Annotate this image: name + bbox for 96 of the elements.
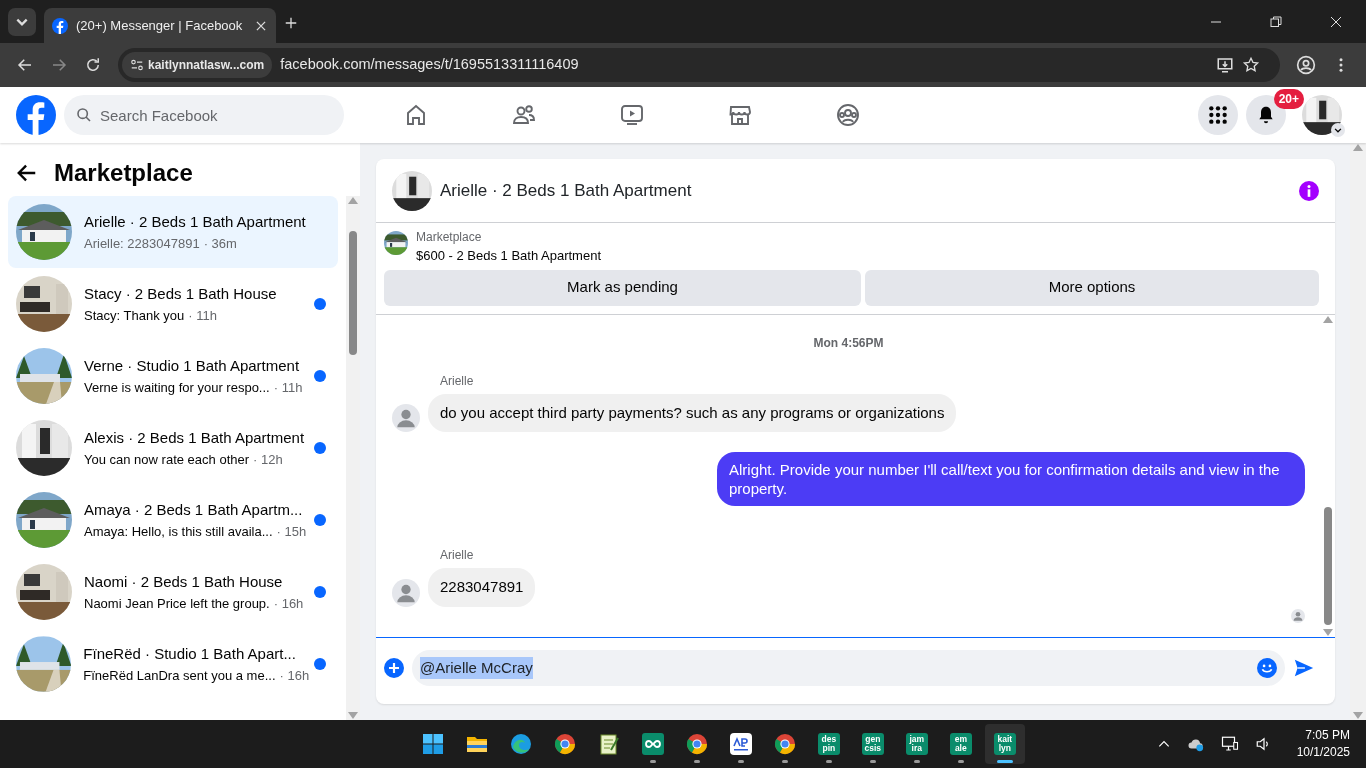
search-icon [76, 107, 92, 123]
chat-title: Arielle · 2 Beds 1 Bath Apartment [440, 179, 693, 202]
taskbar-app[interactable]: kait lyn [984, 724, 1025, 764]
message-time: · 11h [273, 378, 303, 397]
mark-as-pending-button[interactable]: Mark as pending [384, 269, 861, 306]
restore-icon[interactable] [1270, 15, 1282, 28]
scrollbar[interactable] [1321, 314, 1335, 637]
infinity-icon [640, 732, 665, 756]
avatar-icon [392, 578, 420, 607]
edge-icon [508, 732, 533, 756]
message-preview: Naomi Jean Price left the group. [84, 594, 270, 613]
message-time: · 15h [276, 522, 307, 541]
incoming-message: 2283047891 [428, 568, 536, 607]
conversation-title: Arielle · 2 Beds 1 Bath Apartment [84, 212, 307, 232]
conversation-title: Stacy · 2 Beds 1 Bath House [84, 284, 278, 304]
reload-icon[interactable] [84, 56, 102, 74]
star-icon[interactable] [1242, 56, 1260, 74]
conversation-item[interactable]: Naomi · 2 Beds 1 Bath House Naomi Jean Price left the group. · 16h [8, 556, 339, 628]
profile-icon[interactable] [1296, 55, 1316, 75]
conversation-item[interactable]: Amaya · 2 Beds 1 Bath Apartm... Amaya: Hello, is this still availa... · 15h [8, 484, 339, 556]
conversation-item[interactable]: FïneRëd · Studio 1 Bath Apart... FïneRëd LanDra sent you a me... · 16h [8, 628, 339, 700]
browser-tab[interactable]: (20+) Messenger | Facebook [44, 8, 276, 43]
scrollbar-thumb[interactable] [1324, 506, 1332, 625]
friends-icon[interactable] [512, 103, 536, 127]
outgoing-message: Alright. Provide your number I'll call/text you for confirmation details and view in the property. [717, 452, 1305, 506]
chrome-icon [684, 732, 709, 756]
more-options-button[interactable]: More options [865, 269, 1319, 306]
avatar-icon [392, 404, 420, 432]
read-receipt-icon [1291, 608, 1305, 623]
taskbar-app[interactable]: gen csis [852, 724, 893, 764]
address-bar[interactable]: kaitlynnatlasw...com facebook.com/messages/t/1695513311116409 [118, 48, 1280, 82]
message-preview: You can now rate each other [84, 450, 250, 469]
proxy-logo-icon [728, 732, 753, 756]
message-preview: FïneRëd LanDra sent you a me... [83, 666, 276, 685]
message-field[interactable]: @Arielle McCray [412, 650, 1285, 686]
windows-icon [420, 732, 445, 756]
chevron-down-icon[interactable] [1331, 123, 1345, 137]
conversation-item[interactable]: Arielle · 2 Beds 1 Bath Apartment Arielle: 2283047891 · 36m [8, 196, 339, 268]
chrome-icon [772, 732, 797, 756]
close-icon[interactable] [1330, 15, 1342, 28]
notification-badge: 20+ [1273, 89, 1304, 109]
emoji-icon[interactable] [1257, 658, 1277, 678]
site-settings-icon [130, 58, 144, 72]
site-info-chip[interactable]: kaitlynnatlasw...com [122, 52, 273, 78]
message-preview: Arielle: 2283047891 [84, 234, 200, 253]
message-time: · 11h [188, 306, 217, 325]
info-icon[interactable] [1299, 180, 1319, 201]
tab-list-button[interactable] [8, 7, 36, 36]
back-icon[interactable] [16, 56, 34, 74]
groups-icon[interactable] [836, 103, 860, 127]
listing-title[interactable]: $600 - 2 Beds 1 Bath Apartment [416, 246, 601, 266]
listing-label: Marketplace [416, 229, 483, 246]
facebook-logo-icon[interactable] [16, 95, 56, 135]
message-preview: Stacy: Thank you [84, 306, 185, 325]
conversation-title: Verne · Studio 1 Bath Apartment [84, 356, 301, 376]
tab-title: (20+) Messenger | Facebook [76, 16, 244, 35]
home-icon[interactable] [404, 103, 428, 127]
menu-button[interactable] [1198, 95, 1238, 135]
message-timestamp: Mon 4:56PM [813, 334, 884, 352]
taskbar-app[interactable]: des pin [808, 724, 849, 764]
chrome-icon [552, 732, 577, 756]
install-app-icon[interactable] [1216, 56, 1234, 74]
conversation-title: Amaya · 2 Beds 1 Bath Apartm... [84, 500, 304, 520]
message-time: · 12h [253, 450, 283, 469]
sender-name: Arielle [440, 372, 475, 390]
conversation-title: FïneRëd · Studio 1 Bath Apart... [83, 644, 297, 664]
sidebar-title: Marketplace [54, 157, 193, 188]
taskbar-app[interactable]: em ale [940, 724, 981, 764]
network-icon[interactable] [1220, 735, 1239, 753]
conversation-item[interactable]: Stacy · 2 Beds 1 Bath House Stacy: Thank you · 11h [8, 268, 339, 340]
message-preview: Amaya: Hello, is this still availa... [84, 522, 273, 541]
add-icon[interactable] [384, 658, 404, 678]
menu-icon [1208, 105, 1228, 125]
forward-icon [50, 56, 68, 74]
message-preview: Verne is waiting for your respo... [84, 378, 270, 397]
search-field[interactable]: Search Facebook [64, 95, 344, 135]
url-text: facebook.com/messages/t/1695513311116409 [280, 55, 580, 75]
scrollbar-thumb[interactable] [349, 231, 358, 355]
conversation-title: Alexis · 2 Beds 1 Bath Apartment [84, 428, 306, 448]
send-icon[interactable] [1293, 657, 1315, 679]
message-time: · 36m [203, 234, 237, 253]
clock-date[interactable]: 10/1/2025 [1296, 744, 1350, 761]
facebook-logo-icon [52, 17, 68, 34]
conversation-title: Naomi · 2 Beds 1 Bath House [84, 572, 284, 592]
marketplace-icon[interactable] [728, 103, 752, 127]
taskbar-app[interactable]: jam ira [896, 724, 937, 764]
message-time: · 16h [273, 594, 304, 613]
video-icon[interactable] [620, 103, 644, 127]
incoming-message: do you accept third party payments? such as any programs or organizations [428, 393, 957, 432]
conversation-item[interactable]: Alexis · 2 Beds 1 Bath Apartment You can now rate each other · 12h [8, 412, 339, 484]
clock-time[interactable]: 7:05 PM [1296, 727, 1350, 744]
scrollbar[interactable] [346, 196, 360, 720]
message-time: · 16h [279, 666, 310, 685]
new-tab-icon[interactable] [284, 16, 298, 30]
conversation-item[interactable]: Verne · Studio 1 Bath Apartment Verne is waiting for your respo... · 11h [8, 340, 339, 412]
sender-name: Arielle [440, 547, 475, 564]
